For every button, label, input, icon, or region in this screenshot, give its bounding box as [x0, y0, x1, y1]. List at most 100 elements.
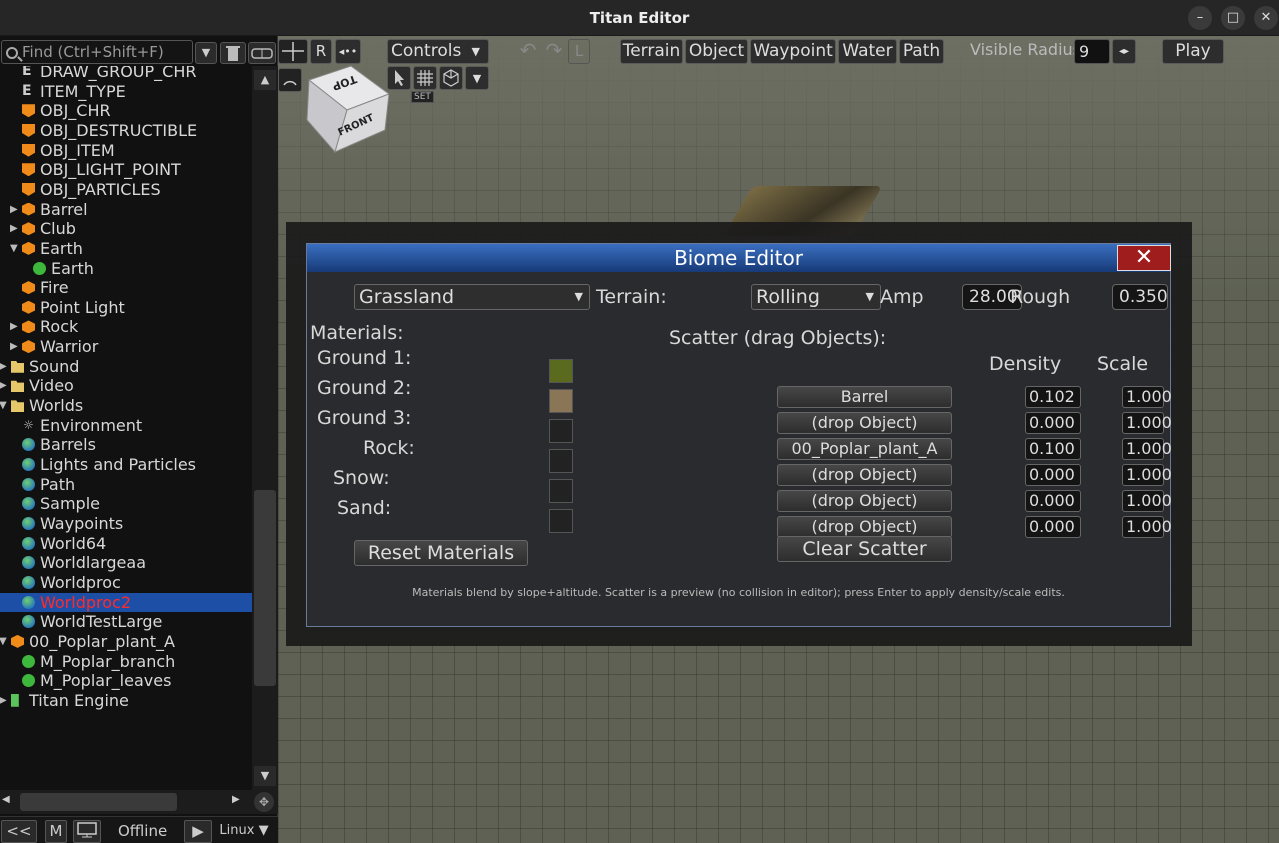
tree-item[interactable]: OBJ_PARTICLES — [0, 180, 252, 200]
tree-item[interactable]: Worldproc2 — [0, 592, 252, 613]
tree-item[interactable]: OBJ_CHR — [0, 101, 252, 121]
scatter-object-slot[interactable]: (drop Object) — [777, 412, 952, 434]
play-button[interactable]: Play — [1162, 39, 1224, 64]
collapse-button[interactable]: << — [1, 820, 37, 843]
tree-item[interactable]: OBJ_ITEM — [0, 141, 252, 161]
tree-vertical-scrollbar[interactable]: ▲ ▼ — [252, 66, 278, 798]
close-window-button[interactable]: ✕ — [1254, 6, 1278, 30]
rough-input[interactable]: 0.350 — [1112, 284, 1168, 310]
navigation-cube[interactable]: TOP FRONT — [305, 64, 391, 154]
tree-item[interactable]: ▶ Sound — [0, 357, 252, 377]
monitor-icon[interactable] — [73, 820, 101, 843]
pan-icon[interactable]: ✥ — [254, 792, 274, 812]
scroll-right-icon[interactable]: ▶ — [232, 794, 240, 805]
tree-item[interactable]: Sample — [0, 494, 252, 514]
collapsed-arrow-icon[interactable]: ▶ — [0, 691, 9, 710]
tree-item[interactable]: ▶ Club — [0, 219, 252, 239]
scroll-up-icon[interactable]: ▲ — [254, 70, 276, 90]
terrain-type-dropdown[interactable]: Rolling ▼ — [751, 284, 881, 310]
tree-item[interactable]: ▼ Earth — [0, 239, 252, 259]
scatter-object-slot[interactable]: (drop Object) — [777, 516, 952, 538]
trash-icon[interactable] — [220, 42, 246, 64]
tree-item[interactable]: ▼ 00_Poplar_plant_A — [0, 632, 252, 652]
collapsed-arrow-icon[interactable]: ▶ — [10, 200, 20, 219]
platform-dropdown[interactable]: Linux ▼ — [214, 820, 274, 843]
tree-item[interactable]: E ITEM_TYPE — [0, 82, 252, 102]
view-options-dropdown[interactable]: ▼ — [465, 66, 489, 90]
r-button[interactable]: R — [310, 39, 332, 64]
material-swatch[interactable] — [549, 419, 573, 443]
tree-item[interactable]: M_Poplar_branch — [0, 652, 252, 672]
waypoint-mode-button[interactable]: Waypoint — [750, 39, 836, 64]
set-label[interactable]: SET — [411, 91, 434, 103]
vertical-scroll-thumb[interactable] — [254, 490, 276, 686]
material-swatch[interactable] — [549, 479, 573, 503]
expanded-arrow-icon[interactable]: ▼ — [0, 632, 9, 651]
tree-item[interactable]: World64 — [0, 534, 252, 554]
scatter-scale-input[interactable]: 1.000 — [1122, 412, 1172, 434]
scatter-scale-input[interactable]: 1.000 — [1122, 438, 1172, 460]
object-mode-button[interactable]: Object — [685, 39, 748, 64]
material-swatch[interactable] — [549, 509, 573, 533]
scatter-density-input[interactable]: 0.102 — [1025, 386, 1081, 408]
tree-item[interactable]: ▶ Video — [0, 376, 252, 396]
tree-item[interactable]: OBJ_LIGHT_POINT — [0, 160, 252, 180]
radius-stepper-icon[interactable]: ◂▸ — [1112, 39, 1136, 64]
collapsed-arrow-icon[interactable]: ▶ — [10, 219, 20, 238]
collapsed-arrow-icon[interactable]: ▶ — [10, 317, 20, 336]
tree-item[interactable]: Fire — [0, 278, 252, 298]
m-button[interactable]: M — [45, 820, 67, 843]
clear-scatter-button[interactable]: Clear Scatter — [777, 536, 952, 562]
tree-item[interactable]: Worldproc — [0, 573, 252, 593]
material-swatch[interactable] — [549, 359, 573, 383]
collapsed-arrow-icon[interactable]: ▶ — [10, 337, 20, 356]
expanded-arrow-icon[interactable]: ▼ — [0, 396, 9, 415]
reset-materials-button[interactable]: Reset Materials — [354, 540, 528, 566]
minimize-button[interactable]: – — [1188, 6, 1212, 30]
scroll-down-icon[interactable]: ▼ — [254, 766, 276, 786]
l-button[interactable]: L — [568, 39, 590, 64]
scatter-scale-input[interactable]: 1.000 — [1122, 490, 1172, 512]
tree-item[interactable]: E DRAW_GROUP_CHR — [0, 66, 252, 82]
grid-icon[interactable] — [413, 66, 437, 90]
scatter-object-slot[interactable]: 00_Poplar_plant_A — [777, 438, 952, 460]
tree-horizontal-scrollbar[interactable]: ◀ ▶ ✥ — [0, 790, 278, 814]
select-cursor-icon[interactable] — [387, 66, 411, 90]
water-mode-button[interactable]: Water — [838, 39, 897, 64]
wireframe-cube-icon[interactable] — [439, 66, 463, 90]
more-options-icon[interactable]: ◂•• — [335, 39, 361, 64]
horizontal-scroll-thumb[interactable] — [20, 793, 177, 811]
scatter-density-input[interactable]: 0.000 — [1025, 412, 1081, 434]
tree-item[interactable]: ☼ Environment — [0, 416, 252, 436]
scatter-object-slot[interactable]: (drop Object) — [777, 464, 952, 486]
controls-dropdown[interactable]: Controls ▼ — [387, 39, 489, 64]
terrain-mode-button[interactable]: Terrain — [620, 39, 683, 64]
scatter-object-slot[interactable]: Barrel — [777, 386, 952, 408]
collapsed-arrow-icon[interactable]: ▶ — [0, 376, 9, 395]
tree-item[interactable]: ▶ Rock — [0, 317, 252, 337]
visible-radius-input[interactable]: 9 — [1074, 39, 1110, 64]
tree-item[interactable]: Waypoints — [0, 514, 252, 534]
tree-item[interactable]: Lights and Particles — [0, 455, 252, 475]
find-dropdown-icon[interactable]: ▼ — [195, 42, 217, 64]
tree-item[interactable]: Barrels — [0, 435, 252, 455]
redo-icon[interactable]: ↷ — [542, 39, 566, 64]
scatter-scale-input[interactable]: 1.000 — [1122, 464, 1172, 486]
scatter-density-input[interactable]: 0.000 — [1025, 516, 1081, 538]
scatter-scale-input[interactable]: 1.000 — [1122, 386, 1172, 408]
scatter-density-input[interactable]: 0.000 — [1025, 464, 1081, 486]
material-swatch[interactable] — [549, 389, 573, 413]
tree-item[interactable]: ▶ Warrior — [0, 337, 252, 357]
find-input[interactable]: Find (Ctrl+Shift+F) — [1, 40, 193, 64]
expanded-arrow-icon[interactable]: ▼ — [10, 239, 20, 258]
collapsed-arrow-icon[interactable]: ▶ — [0, 357, 9, 376]
tree-item[interactable]: Path — [0, 475, 252, 495]
orbit-icon[interactable] — [278, 68, 302, 92]
tree-item[interactable]: ▶ Barrel — [0, 200, 252, 220]
biome-dropdown[interactable]: Grassland ▼ — [354, 284, 590, 310]
tree-item[interactable]: Worldlargeaa — [0, 553, 252, 573]
vr-goggles-icon[interactable] — [248, 42, 276, 64]
scatter-density-input[interactable]: 0.100 — [1025, 438, 1081, 460]
tree-item[interactable]: Point Light — [0, 298, 252, 318]
tree-item[interactable]: OBJ_DESTRUCTIBLE — [0, 121, 252, 141]
